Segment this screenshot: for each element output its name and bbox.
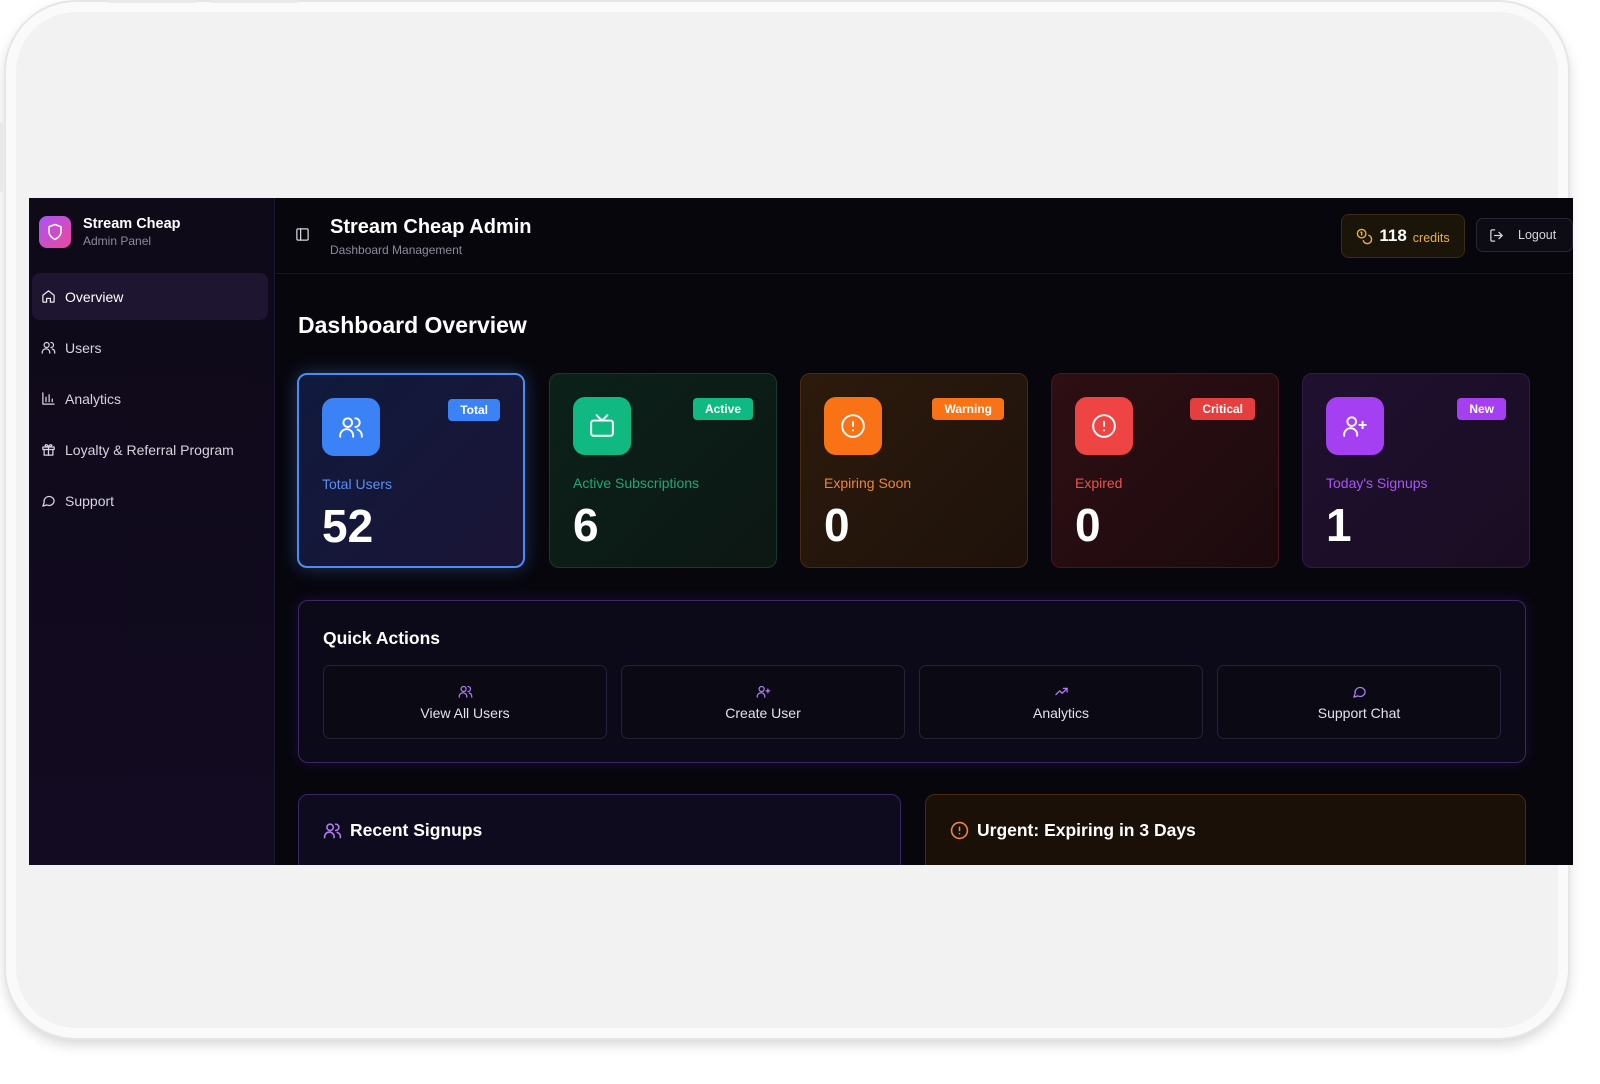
credits-badge[interactable]: 118 credits <box>1341 214 1465 258</box>
sidebar: Stream Cheap Admin Panel Overview Users … <box>29 198 275 865</box>
credits-label: credits <box>1412 230 1450 245</box>
logout-icon <box>1490 228 1503 242</box>
brand[interactable]: Stream Cheap Admin Panel <box>39 216 181 248</box>
status-badge: Total <box>448 399 500 421</box>
stat-label: Today's Signups <box>1326 475 1428 491</box>
sidebar-item-users[interactable]: Users <box>32 324 268 371</box>
quick-actions-title: Quick Actions <box>323 628 441 648</box>
sidebar-item-loyalty[interactable]: Loyalty & Referral Program <box>32 426 268 473</box>
users-icon <box>323 823 342 839</box>
bar-chart-icon <box>42 392 55 405</box>
tv-icon <box>573 397 631 455</box>
message-circle-icon <box>42 495 55 507</box>
urgent-expiring-panel: Urgent: Expiring in 3 Days <box>925 794 1526 865</box>
sidebar-item-label: Loyalty & Referral Program <box>65 441 234 458</box>
stat-card-todays-signups[interactable]: New Today's Signups 1 <box>1302 373 1530 568</box>
app-screen: Stream Cheap Admin Panel Overview Users … <box>29 198 1573 865</box>
stat-card-expiring-soon[interactable]: Warning Expiring Soon 0 <box>800 373 1028 568</box>
sidebar-toggle-icon[interactable] <box>295 227 310 242</box>
brand-title: Stream Cheap <box>83 216 181 232</box>
stat-value: 0 <box>824 499 850 551</box>
alert-circle-icon <box>824 397 882 455</box>
home-icon <box>42 290 55 303</box>
coins-icon <box>1357 228 1373 244</box>
brand-subtitle: Admin Panel <box>83 234 152 248</box>
stat-card-total-users[interactable]: Total Total Users 52 <box>297 373 525 568</box>
gift-icon <box>42 444 55 456</box>
sidebar-item-label: Overview <box>65 288 124 305</box>
stat-label: Total Users <box>322 476 393 492</box>
user-plus-icon <box>756 685 770 698</box>
stat-value: 6 <box>573 499 599 551</box>
stat-card-active-subscriptions[interactable]: Active Active Subscriptions 6 <box>549 373 777 568</box>
status-badge: Active <box>692 398 753 420</box>
credits-value: 118 <box>1379 226 1407 245</box>
quick-actions-panel: Quick Actions View All Users Create User… <box>298 600 1526 763</box>
status-badge: Critical <box>1190 398 1255 420</box>
sidebar-item-label: Support <box>65 492 115 509</box>
sidebar-item-analytics[interactable]: Analytics <box>32 375 268 422</box>
support-chat-button[interactable]: Support Chat <box>1217 665 1501 739</box>
quick-action-label: View All Users <box>420 704 510 721</box>
sidebar-item-label: Analytics <box>65 390 122 407</box>
stat-label: Expiring Soon <box>824 475 912 491</box>
sidebar-nav: Overview Users Analytics Loyalty & Refer… <box>32 273 268 528</box>
urgent-expiring-title: Urgent: Expiring in 3 Days <box>977 820 1196 840</box>
status-badge: New <box>1457 398 1506 420</box>
device-volume-button <box>108 0 196 3</box>
sidebar-item-label: Users <box>65 339 102 356</box>
stat-card-expired[interactable]: Critical Expired 0 <box>1051 373 1279 568</box>
device-power-button <box>0 122 3 192</box>
alert-circle-icon <box>950 821 969 840</box>
logout-label: Logout <box>1518 228 1557 242</box>
top-header: Stream Cheap Admin Dashboard Management … <box>275 198 1573 274</box>
stat-label: Active Subscriptions <box>573 475 700 491</box>
view-all-users-button[interactable]: View All Users <box>323 665 607 739</box>
message-circle-icon <box>1352 686 1366 698</box>
recent-signups-panel: Recent Signups <box>298 794 901 865</box>
alert-circle-icon <box>1075 397 1133 455</box>
header-subtitle: Dashboard Management <box>330 243 463 257</box>
stat-value: 1 <box>1326 499 1352 551</box>
create-user-button[interactable]: Create User <box>621 665 905 739</box>
stat-value: 0 <box>1075 499 1101 551</box>
analytics-button[interactable]: Analytics <box>919 665 1203 739</box>
shield-icon <box>39 216 71 248</box>
quick-action-label: Analytics <box>1032 704 1090 721</box>
main-content: Dashboard Overview Total Total Users 52 … <box>275 274 1573 865</box>
user-plus-icon <box>1326 397 1384 455</box>
quick-action-label: Create User <box>725 704 801 721</box>
sidebar-item-support[interactable]: Support <box>32 477 268 524</box>
users-icon <box>458 685 472 698</box>
stat-label: Expired <box>1075 475 1123 491</box>
quick-action-label: Support Chat <box>1317 704 1401 721</box>
header-title: Stream Cheap Admin <box>330 216 532 238</box>
users-icon <box>322 398 380 456</box>
device-volume-button <box>210 0 298 3</box>
logout-button[interactable]: Logout <box>1476 218 1573 252</box>
stat-value: 52 <box>322 500 374 552</box>
trending-up-icon <box>1054 687 1068 695</box>
recent-signups-title: Recent Signups <box>350 820 483 840</box>
users-icon <box>41 341 56 354</box>
page-title: Dashboard Overview <box>298 312 527 338</box>
sidebar-item-overview[interactable]: Overview <box>32 273 268 320</box>
status-badge: Warning <box>932 398 1004 420</box>
